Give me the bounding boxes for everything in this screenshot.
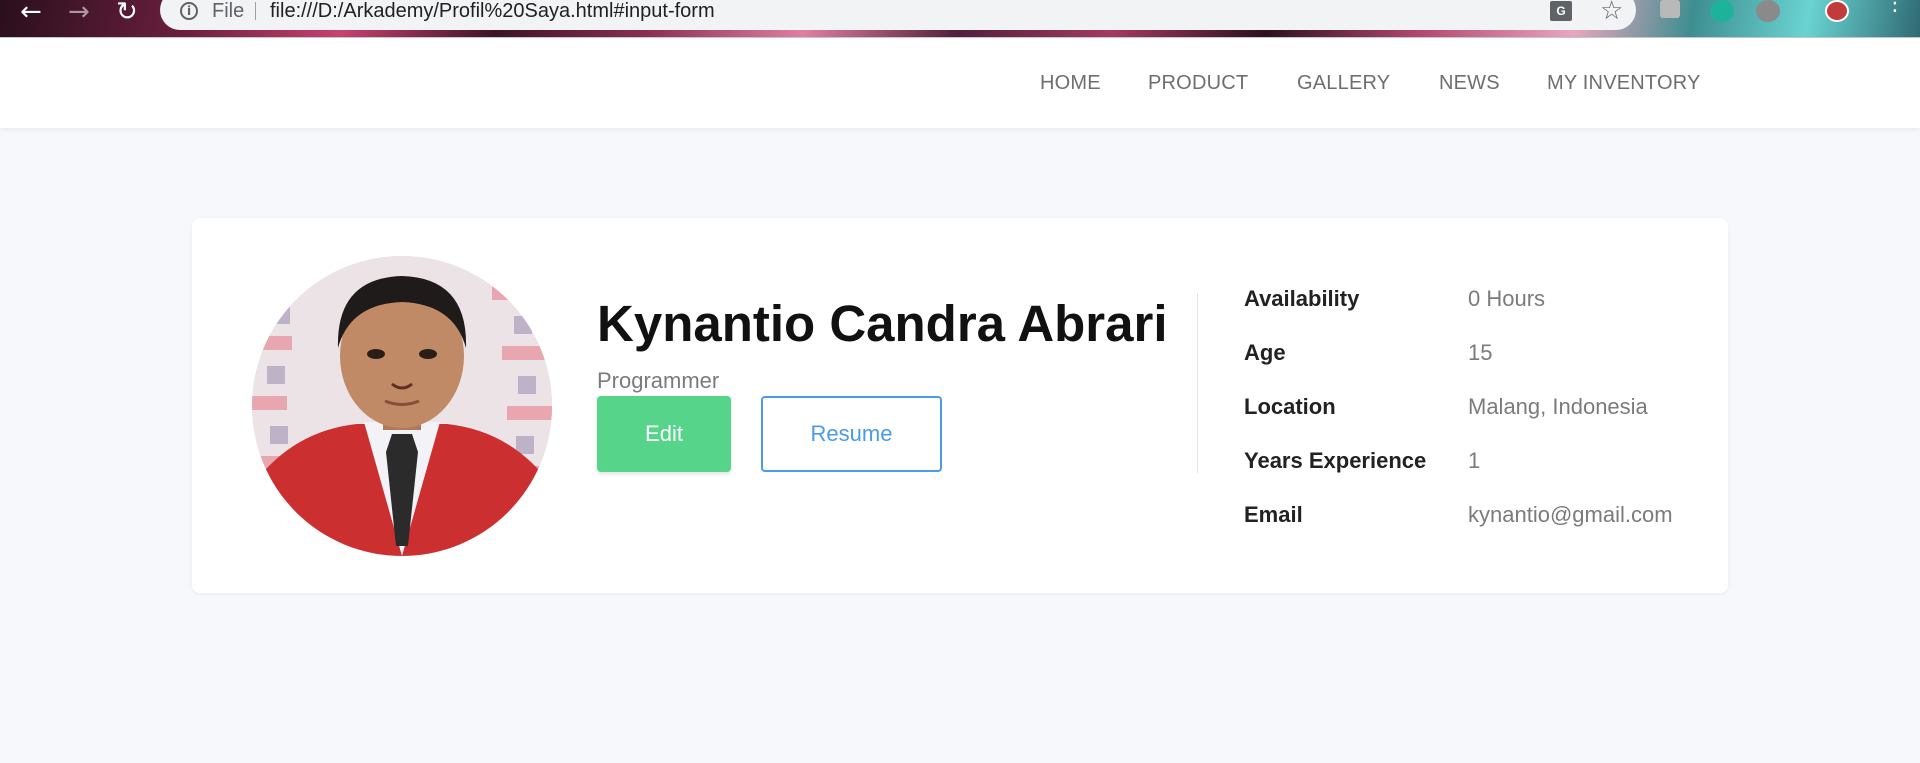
extension-icon[interactable] [1660,0,1680,18]
profile-card: Kynantio Candra Abrari Programmer Edit R… [192,218,1728,593]
address-bar[interactable]: i File file:///D:/Arkademy/Profil%20Saya… [160,0,1636,30]
edit-button[interactable]: Edit [597,396,731,472]
nav-product[interactable]: PRODUCT [1148,72,1248,95]
profile-avatar-icon[interactable] [1825,0,1849,22]
location-label: Location [1244,394,1336,419]
card-divider [1197,293,1198,473]
star-icon[interactable]: ☆ [1600,0,1623,26]
browser-toolbar: ← → ↻ i File file:///D:/Arkademy/Profil%… [0,0,1920,38]
forward-icon[interactable]: → [68,0,90,25]
back-icon[interactable]: ← [20,0,42,25]
info-icon[interactable]: i [180,2,198,20]
url-text[interactable]: file:///D:/Arkademy/Profil%20Saya.html#i… [270,0,715,23]
experience-value: 1 [1468,448,1481,473]
availability-label: Availability [1244,286,1360,311]
nav-my-inventory[interactable]: MY INVENTORY [1547,72,1701,95]
extension-icon[interactable] [1710,0,1734,22]
profile-photo [252,256,552,556]
email-value: kynantio@gmail.com [1468,502,1673,527]
profile-name: Kynantio Candra Abrari [597,295,1168,352]
age-label: Age [1244,340,1286,365]
location-value: Malang, Indonesia [1468,394,1648,419]
menu-icon[interactable]: ⋮ [1884,0,1906,15]
availability-value: 0 Hours [1468,286,1546,311]
email-label: Email [1244,502,1303,527]
profile-photo-illustration [252,256,552,556]
resume-button[interactable]: Resume [761,396,942,472]
extension-icon[interactable] [1756,0,1780,22]
address-separator [255,2,256,20]
profile-role: Programmer [597,368,720,393]
experience-label: Years Experience [1244,448,1427,473]
reload-icon[interactable]: ↻ [116,0,138,25]
file-label: File [212,0,245,22]
nav-news[interactable]: NEWS [1439,72,1500,95]
nav-home[interactable]: HOME [1040,72,1101,95]
nav-gallery[interactable]: GALLERY [1297,72,1390,95]
top-navigation: HOME PRODUCT GALLERY NEWS MY INVENTORY [0,38,1920,128]
age-value: 15 [1468,340,1493,365]
translate-icon[interactable]: G [1550,1,1572,21]
